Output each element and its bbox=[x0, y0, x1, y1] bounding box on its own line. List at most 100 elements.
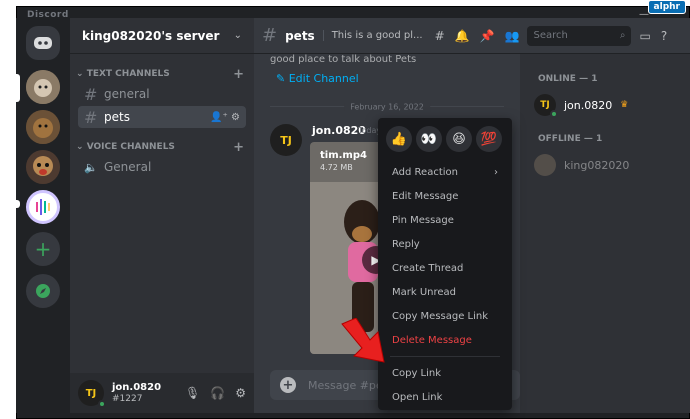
alphr-badge: alphr bbox=[647, 0, 686, 14]
attachment-filename[interactable]: tim.mp4 bbox=[320, 150, 367, 161]
reaction-laugh-icon[interactable]: 😆 bbox=[446, 126, 472, 152]
server-avatar-3[interactable] bbox=[26, 150, 60, 184]
menu-label: Copy Message Link bbox=[392, 310, 489, 322]
member-list-icon[interactable]: 👥 bbox=[505, 29, 520, 43]
home-button[interactable] bbox=[26, 26, 60, 60]
channel-topic[interactable]: This is a good pl... bbox=[322, 30, 423, 41]
chevron-down-icon: ⌄ bbox=[233, 30, 242, 41]
channel-general[interactable]: # general bbox=[78, 83, 246, 105]
user-panel: TJ jon.0820 #1227 🎙 🎧 ⚙ bbox=[70, 373, 254, 413]
crown-icon: ♛ bbox=[620, 100, 629, 110]
menu-label: Mark Unread bbox=[392, 286, 457, 298]
bell-icon[interactable]: 🔔 bbox=[455, 29, 470, 43]
channel-pets[interactable]: # pets 👤⁺ ⚙ bbox=[78, 106, 246, 128]
headphones-icon[interactable]: 🎧 bbox=[210, 386, 225, 400]
reaction-eyes-icon[interactable]: 👀 bbox=[416, 126, 442, 152]
menu-label: Copy Link bbox=[392, 367, 442, 379]
audio-bars-icon bbox=[36, 199, 50, 215]
discord-logo-icon bbox=[34, 37, 52, 49]
server-rail: + bbox=[16, 18, 70, 413]
member-name: jon.0820 bbox=[564, 98, 613, 112]
category-voice-channels[interactable]: ⌄ VOICE CHANNELS + bbox=[70, 139, 254, 155]
avatar: TJ bbox=[534, 94, 558, 118]
threads-icon[interactable]: # bbox=[435, 29, 445, 43]
category-label: TEXT CHANNELS bbox=[86, 69, 170, 79]
channel-title: pets bbox=[285, 28, 315, 43]
channel-sidebar: king082020's server ⌄ ⌄ TEXT CHANNELS + … bbox=[70, 18, 254, 413]
menu-pin-message[interactable]: Pin Message bbox=[386, 208, 504, 232]
selected-server-pill bbox=[16, 74, 20, 102]
reaction-thumbs-up-icon[interactable]: 👍 bbox=[386, 126, 412, 152]
server-name: king082020's server bbox=[82, 28, 220, 43]
online-status-dot bbox=[550, 110, 558, 118]
help-icon[interactable]: ? bbox=[661, 29, 667, 43]
member-item[interactable]: TJ jon.0820 ♛ bbox=[528, 90, 682, 120]
edit-channel-link[interactable]: ✎ Edit Channel bbox=[276, 72, 359, 85]
menu-add-reaction[interactable]: Add Reaction › bbox=[386, 160, 504, 184]
menu-open-link[interactable]: Open Link bbox=[386, 385, 504, 409]
category-text-channels[interactable]: ⌄ TEXT CHANNELS + bbox=[70, 66, 254, 82]
explore-servers-icon[interactable] bbox=[26, 274, 60, 308]
menu-label: Edit Message bbox=[392, 190, 459, 202]
message-avatar[interactable]: TJ bbox=[270, 124, 302, 156]
menu-mark-unread[interactable]: Mark Unread bbox=[386, 280, 504, 304]
server-header[interactable]: king082020's server ⌄ bbox=[70, 18, 254, 54]
member-item[interactable]: king082020 bbox=[528, 150, 682, 180]
attachment-size: 4.72 MB bbox=[320, 163, 353, 172]
message-context-menu: 👍 👀 😆 💯 Add Reaction › Edit Message Pin M… bbox=[378, 118, 512, 410]
menu-label: Delete Message bbox=[392, 334, 472, 346]
text-channel-icon: # bbox=[84, 107, 98, 127]
pin-icon[interactable]: 📌 bbox=[480, 29, 495, 43]
voice-channel-general[interactable]: 🔈 General bbox=[78, 156, 246, 178]
online-status-dot bbox=[98, 400, 106, 408]
menu-label: Reply bbox=[392, 238, 420, 250]
category-label: VOICE CHANNELS bbox=[86, 142, 175, 152]
gear-icon[interactable]: ⚙ bbox=[231, 112, 240, 123]
dog-photo-icon bbox=[26, 110, 60, 144]
search-placeholder: Search bbox=[533, 29, 568, 41]
red-arrow-icon bbox=[341, 318, 385, 363]
offline-header: OFFLINE — 1 bbox=[538, 134, 603, 144]
speaker-icon: 🔈 bbox=[84, 160, 98, 174]
channel-label: pets bbox=[104, 110, 130, 124]
microphone-icon[interactable]: 🎙 bbox=[185, 386, 200, 400]
channel-label: General bbox=[104, 160, 152, 174]
server-avatar-1[interactable] bbox=[26, 70, 60, 104]
channel-topic-echo: good place to talk about Pets bbox=[270, 54, 417, 65]
compass-icon bbox=[36, 284, 50, 298]
menu-edit-message[interactable]: Edit Message bbox=[386, 184, 504, 208]
server-avatar-2[interactable] bbox=[26, 110, 60, 144]
avatar[interactable]: TJ bbox=[78, 380, 106, 408]
avatar bbox=[534, 154, 556, 176]
menu-create-thread[interactable]: Create Thread bbox=[386, 256, 504, 280]
channel-label: general bbox=[104, 87, 150, 101]
menu-copy-message-link[interactable]: Copy Message Link bbox=[386, 304, 504, 328]
member-name: king082020 bbox=[564, 158, 630, 172]
member-list: ONLINE — 1 TJ jon.0820 ♛ OFFLINE — 1 kin… bbox=[520, 54, 690, 413]
gear-icon[interactable]: ⚙ bbox=[235, 386, 246, 400]
user-tag: #1227 bbox=[112, 394, 143, 404]
add-attachment-icon[interactable]: + bbox=[280, 377, 296, 393]
date-divider: February 16, 2022 bbox=[270, 102, 504, 112]
menu-copy-link[interactable]: Copy Link bbox=[386, 361, 504, 385]
menu-delete-message[interactable]: Delete Message bbox=[386, 328, 504, 352]
invite-member-icon[interactable]: 👤⁺ bbox=[210, 112, 228, 123]
menu-separator bbox=[390, 356, 500, 357]
dog-photo-icon bbox=[26, 70, 60, 104]
chevron-right-icon: › bbox=[494, 166, 498, 178]
add-channel-icon[interactable]: + bbox=[233, 140, 244, 155]
search-input[interactable]: Search ⌕ bbox=[527, 25, 632, 46]
menu-label: Add Reaction bbox=[392, 166, 458, 178]
reaction-100-icon[interactable]: 💯 bbox=[476, 126, 502, 152]
add-server-icon[interactable]: + bbox=[26, 232, 60, 266]
chevron-down-icon: ⌄ bbox=[76, 142, 87, 152]
text-channel-icon: # bbox=[262, 25, 278, 46]
unread-pill bbox=[16, 200, 20, 208]
server-avatar-4[interactable] bbox=[26, 190, 60, 224]
search-icon: ⌕ bbox=[619, 29, 626, 41]
inbox-icon[interactable]: ▭ bbox=[639, 29, 650, 43]
menu-label: Create Thread bbox=[392, 262, 464, 274]
menu-reply[interactable]: Reply bbox=[386, 232, 504, 256]
add-channel-icon[interactable]: + bbox=[233, 67, 244, 82]
username: jon.0820 bbox=[112, 382, 162, 393]
